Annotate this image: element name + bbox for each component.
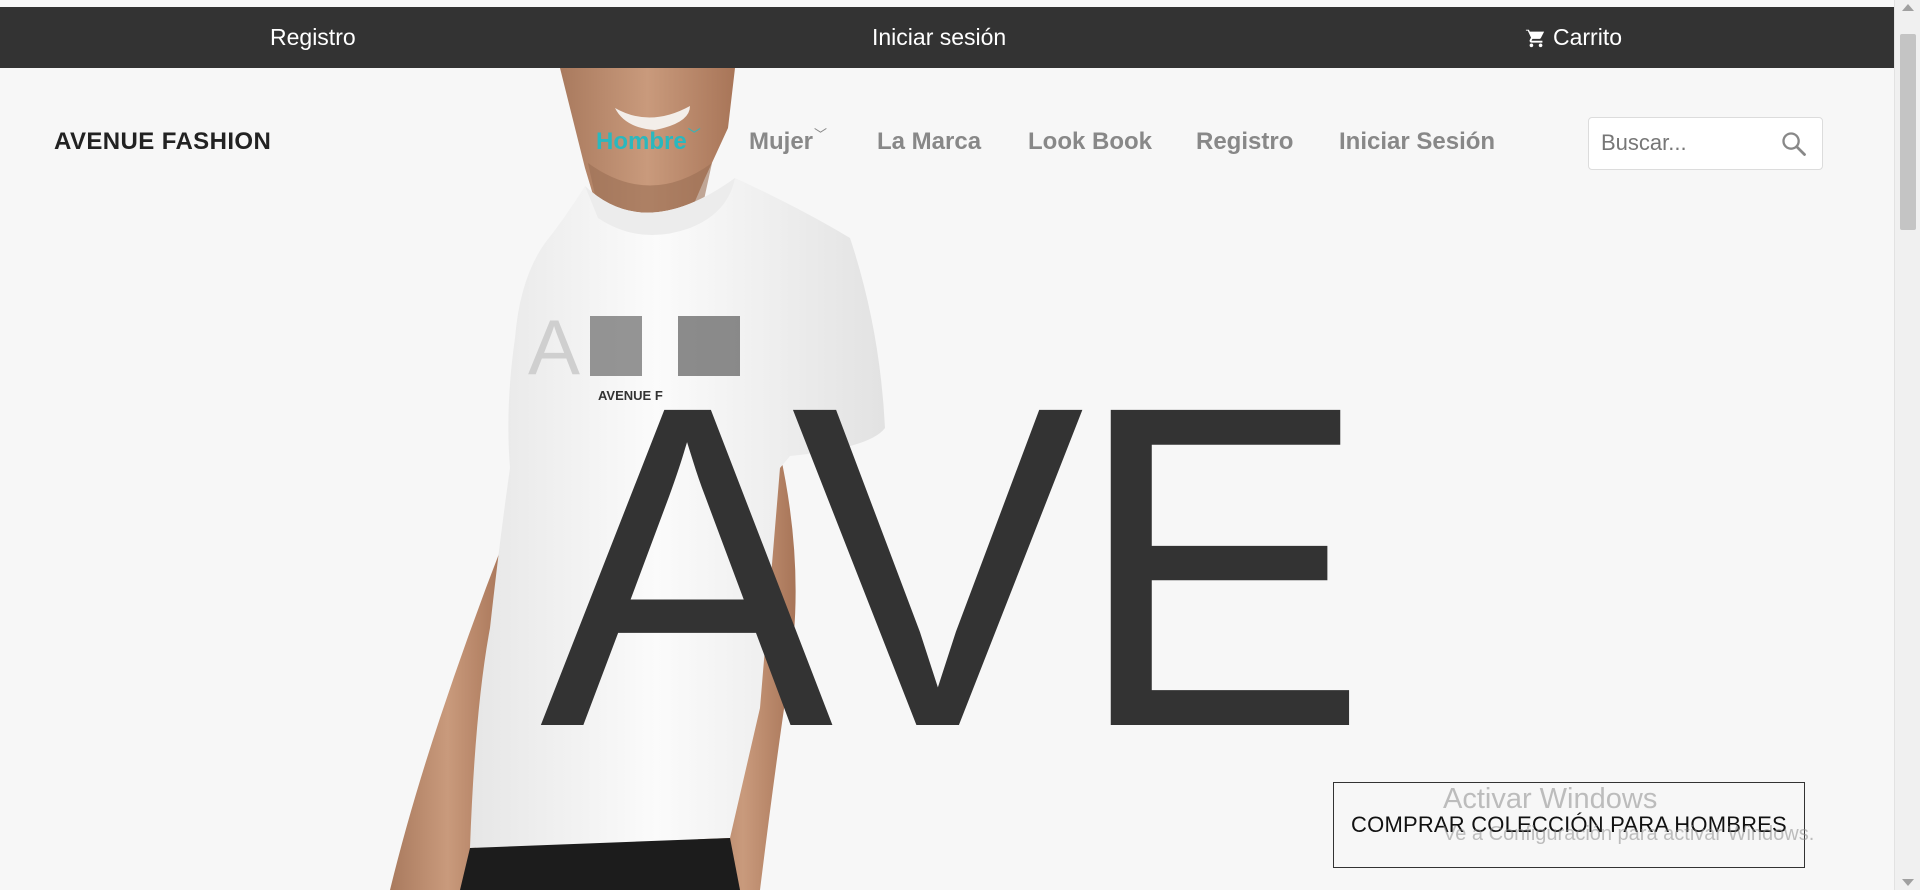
nav-item-iniciar-sesion[interactable]: Iniciar Sesión (1339, 128, 1495, 156)
chevron-down-icon: ﹀ (814, 127, 828, 142)
search-box (1588, 117, 1823, 170)
nav-item-registro[interactable]: Registro (1196, 128, 1293, 156)
scroll-down-arrow-icon[interactable] (1902, 879, 1914, 886)
cart-icon (1525, 28, 1545, 47)
topbar-cart-link[interactable]: Carrito (1525, 7, 1622, 68)
nav-item-look-book[interactable]: Look Book (1028, 128, 1152, 156)
top-utility-bar: Registro Iniciar sesión Carrito (0, 7, 1894, 68)
scroll-up-arrow-icon[interactable] (1902, 4, 1914, 11)
topbar-register-link[interactable]: Registro (270, 7, 356, 68)
page-scrollbar[interactable] (1894, 0, 1920, 890)
cart-label: Carrito (1553, 24, 1623, 50)
nav-item-mujer[interactable]: Mujer﹀ (749, 127, 828, 156)
nav-item-hombre[interactable]: Hombre﹀ (596, 127, 701, 156)
shop-men-collection-button[interactable]: COMPRAR COLECCIÓN PARA HOMBRES (1333, 782, 1805, 868)
scrollbar-thumb[interactable] (1900, 34, 1916, 230)
search-icon[interactable] (1780, 130, 1808, 158)
chevron-down-icon: ﹀ (687, 127, 701, 142)
search-input[interactable] (1601, 130, 1771, 156)
hero-title: AVE (540, 311, 1368, 823)
nav-item-la-marca[interactable]: La Marca (877, 128, 981, 156)
topbar-login-link[interactable]: Iniciar sesión (872, 7, 1006, 68)
brand-logo[interactable]: AVENUE FASHION (54, 128, 271, 156)
hero-banner: A AVENUE F AVE (0, 68, 1894, 890)
